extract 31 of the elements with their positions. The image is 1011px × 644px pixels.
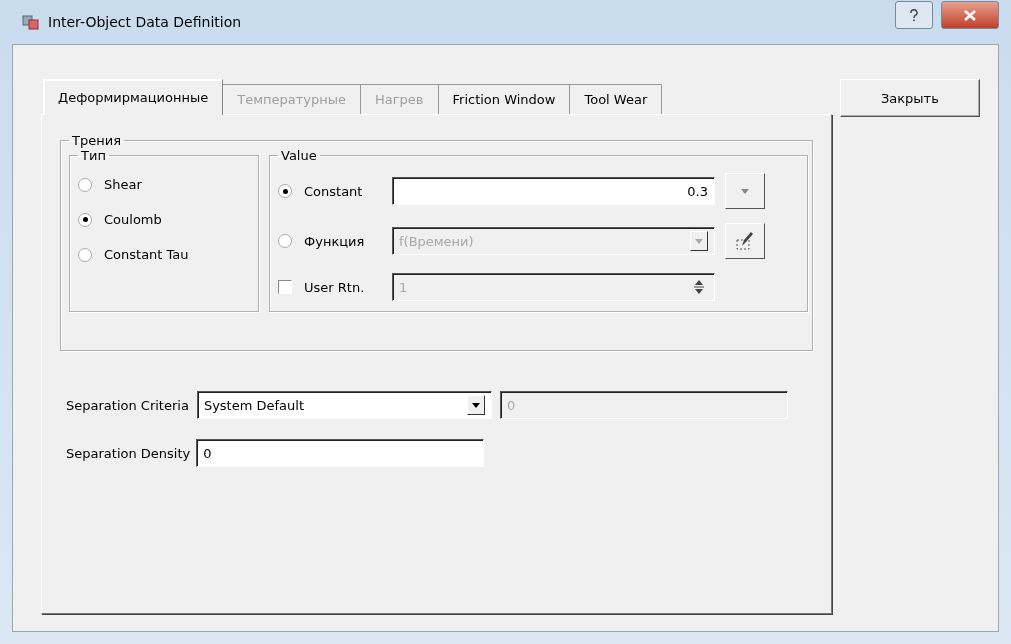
radio-button[interactable]: [78, 247, 92, 262]
question-icon: [909, 8, 919, 22]
radio-label: Constant: [304, 183, 363, 199]
group-title: Тип: [80, 148, 107, 163]
close-button[interactable]: Закрыть: [839, 79, 980, 117]
group-title: Трения: [71, 133, 122, 148]
radio-label: Constant Tau: [104, 247, 189, 262]
close-icon[interactable]: [941, 1, 999, 29]
window-title: Inter-Object Data Definition: [48, 14, 242, 30]
dropdown-button[interactable]: [725, 173, 765, 209]
pen-icon[interactable]: [725, 223, 765, 259]
caret-icon: [695, 238, 703, 244]
app-icon: [22, 14, 40, 30]
radio-button[interactable]: [78, 212, 92, 227]
radio-label: Coulomb: [104, 212, 162, 227]
radio-button[interactable]: [78, 177, 92, 192]
radio-label: Shear: [104, 177, 142, 192]
help-button[interactable]: [895, 1, 933, 29]
caret-icon: [741, 188, 749, 194]
field-label: Separation Criteria: [66, 397, 189, 413]
density-field[interactable]: 0: [196, 439, 485, 467]
group-title: Value: [280, 148, 318, 163]
radio-button[interactable]: [278, 184, 292, 198]
criteria-dropdown[interactable]: System Default: [196, 391, 492, 419]
checkbox-label: User Rtn.: [304, 279, 365, 295]
tab[interactable]: Tool Wear: [569, 84, 663, 114]
radio-label: Функция: [304, 233, 365, 249]
constant-field[interactable]: 0.3: [392, 177, 715, 205]
caret-icon: [471, 402, 480, 408]
tab[interactable]: Деформирмационные: [43, 79, 224, 115]
field-label: Separation Density: [66, 445, 191, 461]
